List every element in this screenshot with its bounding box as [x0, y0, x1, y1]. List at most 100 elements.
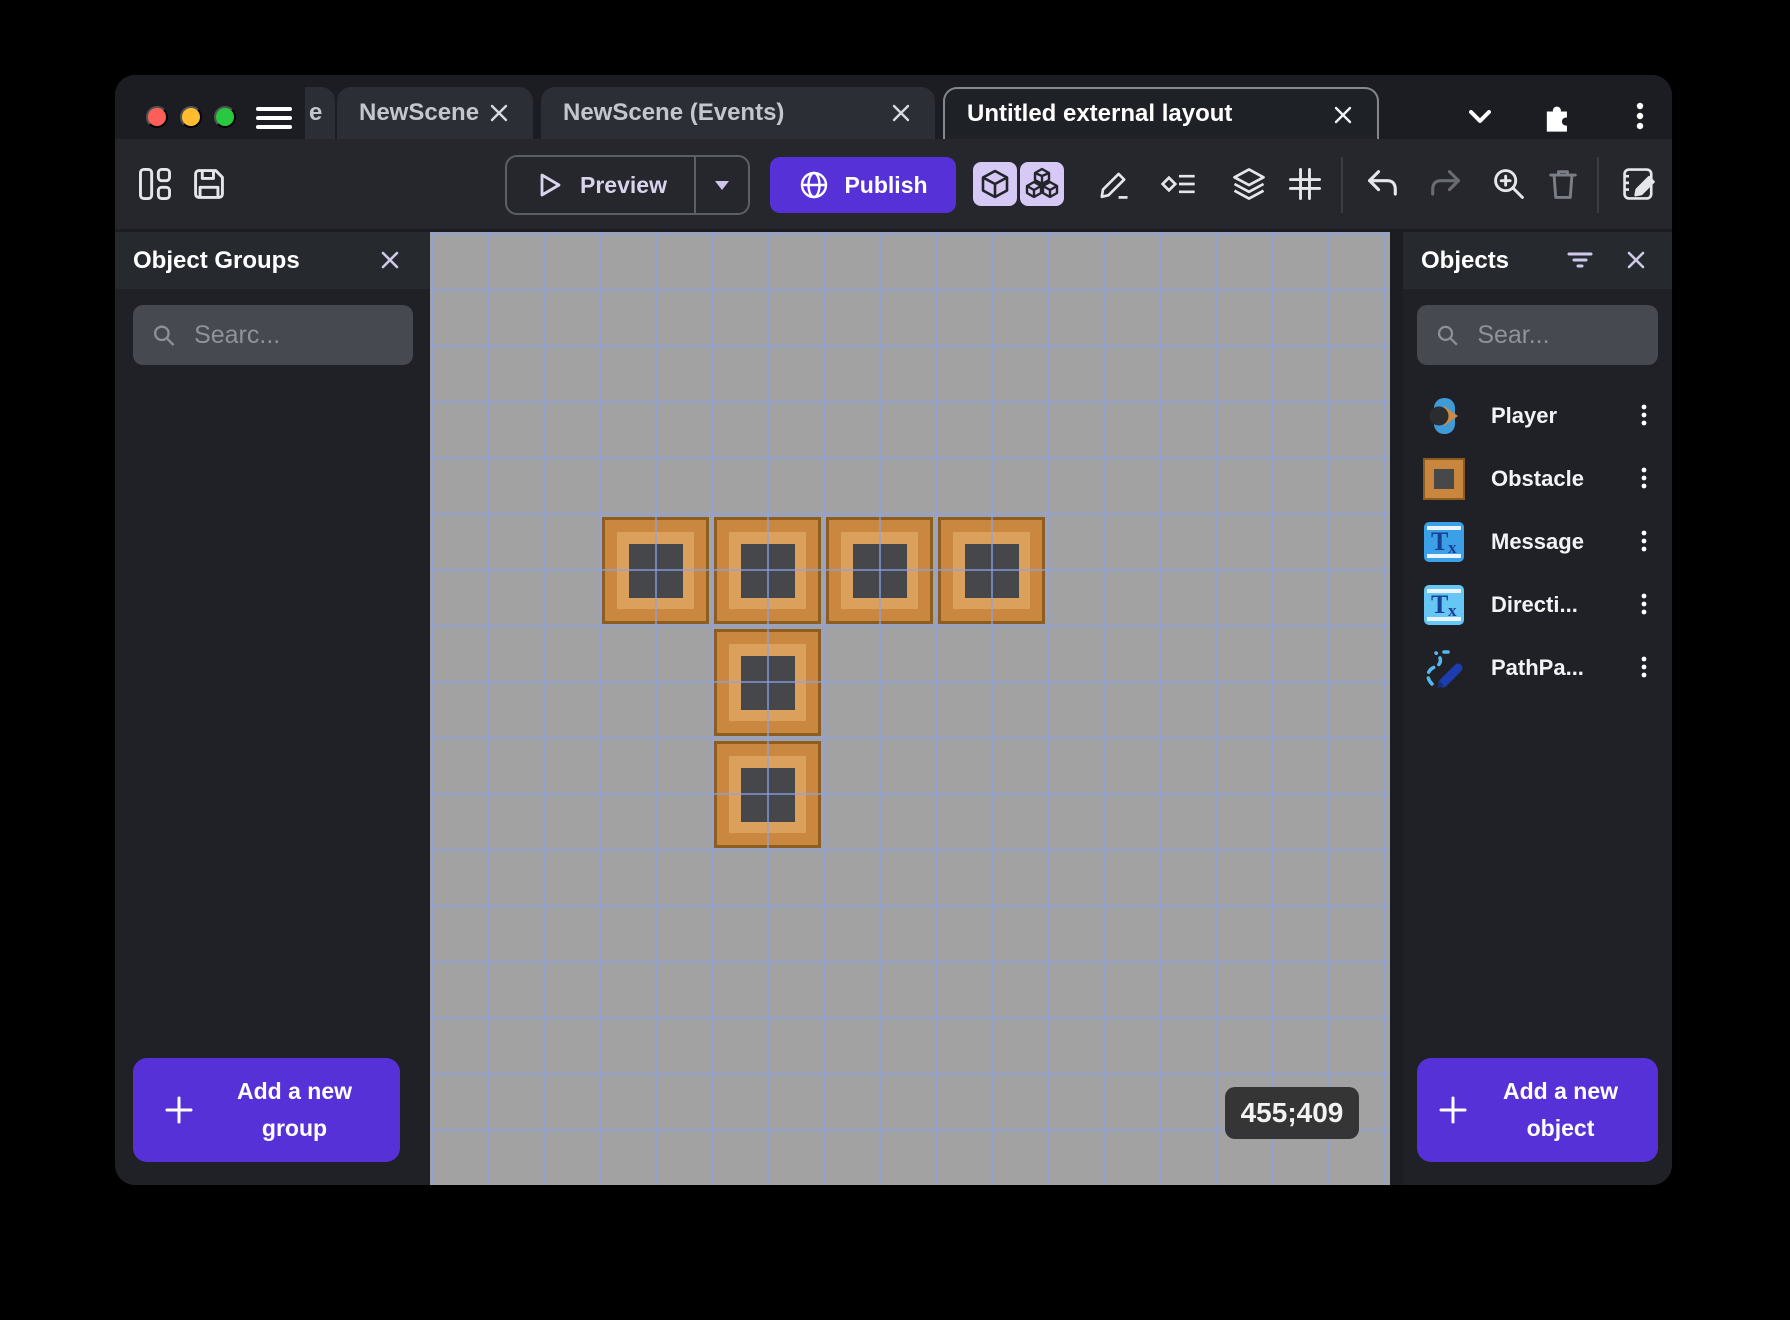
- add-group-button[interactable]: Add a new group: [133, 1058, 400, 1162]
- kebab-menu-icon[interactable]: [1626, 649, 1662, 685]
- pencil-icon[interactable]: [1091, 162, 1135, 206]
- objects-search[interactable]: [1417, 305, 1658, 365]
- layers-icon[interactable]: [1227, 162, 1271, 206]
- window-minimize-button[interactable]: [180, 106, 202, 128]
- obstacle-instance[interactable]: [714, 629, 821, 736]
- globe-icon: [801, 171, 828, 199]
- kebab-menu-icon[interactable]: [1620, 97, 1660, 137]
- preview-dropdown[interactable]: [694, 157, 748, 213]
- object-name: PathPa...: [1491, 654, 1584, 680]
- preview-button-main[interactable]: Preview: [507, 157, 694, 213]
- tile-core: [740, 655, 795, 710]
- chevron-down-icon[interactable]: [1460, 97, 1500, 137]
- plus-icon: [165, 1096, 193, 1124]
- tile-bevel: [729, 644, 806, 721]
- kebab-menu-icon[interactable]: [1626, 586, 1662, 622]
- obstacle-instance[interactable]: [714, 517, 821, 624]
- tab-newscene-events[interactable]: NewScene (Events): [541, 87, 935, 139]
- editor-content: Object Groups Add a new group: [115, 232, 1672, 1185]
- add-group-label: Add a new group: [236, 1078, 352, 1141]
- instances-list-icon[interactable]: [1157, 162, 1201, 206]
- search-input[interactable]: [194, 320, 413, 350]
- close-icon[interactable]: [889, 101, 913, 125]
- object-groups-panel: Object Groups Add a new group: [115, 232, 430, 1185]
- search-icon: [154, 325, 175, 346]
- instances-cubes-icon[interactable]: [1020, 162, 1064, 206]
- object-name: Directi...: [1491, 591, 1578, 617]
- object-row-directions[interactable]: Tx Directi...: [1403, 573, 1672, 636]
- object-name: Player: [1491, 402, 1558, 428]
- toolbar-divider: [1597, 157, 1599, 213]
- tile-core: [964, 543, 1019, 598]
- object-groups-header: Object Groups: [115, 232, 430, 289]
- object-row-obstacle[interactable]: Obstacle: [1403, 447, 1672, 510]
- object-row-message[interactable]: Tx Message: [1403, 510, 1672, 573]
- close-icon[interactable]: [372, 242, 408, 278]
- save-icon[interactable]: [187, 162, 231, 206]
- canvas-grid: [430, 232, 1390, 1185]
- tile-bevel: [953, 532, 1030, 609]
- redo-icon[interactable]: [1423, 162, 1467, 206]
- obstacle-instance[interactable]: [714, 741, 821, 848]
- tab-partial[interactable]: e: [305, 87, 335, 139]
- preview-button-label: Preview: [580, 171, 667, 198]
- cursor-coordinates-badge: 455;409: [1225, 1087, 1359, 1139]
- tile-bevel: [729, 532, 806, 609]
- text-object-icon: Tx: [1421, 519, 1467, 565]
- panels-layout-icon[interactable]: [133, 162, 177, 206]
- tile-bevel: [841, 532, 918, 609]
- trash-icon[interactable]: [1541, 162, 1585, 206]
- search-input[interactable]: [1477, 320, 1658, 350]
- tab-untitled-external-layout[interactable]: Untitled external layout: [943, 87, 1379, 139]
- panel-title: Objects: [1421, 246, 1510, 274]
- tab-label: Untitled external layout: [967, 100, 1233, 127]
- svg-text:x: x: [1448, 538, 1457, 557]
- undo-icon[interactable]: [1361, 162, 1405, 206]
- tile-core: [852, 543, 907, 598]
- object-groups-search[interactable]: [133, 305, 413, 365]
- obstacle-icon: [1421, 456, 1467, 502]
- tab-label: NewScene (Events): [563, 99, 785, 126]
- svg-text:T: T: [1431, 527, 1448, 556]
- window-close-button[interactable]: [146, 106, 168, 128]
- close-icon[interactable]: [487, 101, 511, 125]
- desktop-background: e NewScene NewScene (Events) Untitled ex…: [0, 0, 1790, 1320]
- toolbar: Preview Publish: [115, 139, 1672, 229]
- grid-icon[interactable]: [1283, 162, 1327, 206]
- search-icon: [1437, 325, 1458, 346]
- close-icon[interactable]: [1331, 103, 1355, 127]
- player-icon: [1421, 393, 1467, 439]
- filter-icon[interactable]: [1562, 242, 1598, 278]
- edit-properties-icon[interactable]: [1617, 162, 1661, 206]
- tile-core: [740, 543, 795, 598]
- 3d-box-icon[interactable]: [973, 162, 1017, 206]
- publish-button-label: Publish: [844, 171, 928, 198]
- obstacle-instance[interactable]: [938, 517, 1045, 624]
- kebab-menu-icon[interactable]: [1626, 523, 1662, 559]
- hamburger-menu-icon[interactable]: [256, 102, 294, 132]
- extensions-puzzle-icon[interactable]: [1538, 97, 1578, 137]
- tab-label: NewScene: [359, 99, 480, 126]
- object-name: Message: [1491, 528, 1584, 554]
- tab-newscene[interactable]: NewScene: [337, 87, 533, 139]
- object-row-player[interactable]: Player: [1403, 384, 1672, 447]
- objects-header: Objects: [1403, 232, 1672, 289]
- object-name: Obstacle: [1491, 465, 1584, 491]
- preview-button[interactable]: Preview: [505, 155, 750, 215]
- svg-text:x: x: [1448, 601, 1457, 620]
- text-object-icon: Tx: [1421, 582, 1467, 628]
- close-icon[interactable]: [1618, 242, 1654, 278]
- scene-canvas[interactable]: 455;409: [430, 232, 1390, 1185]
- window-zoom-button[interactable]: [214, 106, 236, 128]
- object-row-pathpaint[interactable]: PathPa...: [1403, 636, 1672, 699]
- kebab-menu-icon[interactable]: [1626, 397, 1662, 433]
- zoom-in-icon[interactable]: [1487, 162, 1531, 206]
- add-object-button[interactable]: Add a new object: [1417, 1058, 1658, 1162]
- kebab-menu-icon[interactable]: [1626, 460, 1662, 496]
- obstacle-instance[interactable]: [602, 517, 709, 624]
- publish-button[interactable]: Publish: [770, 157, 956, 213]
- objects-list: Player Obstacle T x Message T x Directi.…: [1403, 384, 1672, 699]
- obstacle-instance[interactable]: [826, 517, 933, 624]
- app-window: e NewScene NewScene (Events) Untitled ex…: [115, 75, 1672, 1185]
- tab-bar: e NewScene NewScene (Events) Untitled ex…: [115, 75, 1672, 139]
